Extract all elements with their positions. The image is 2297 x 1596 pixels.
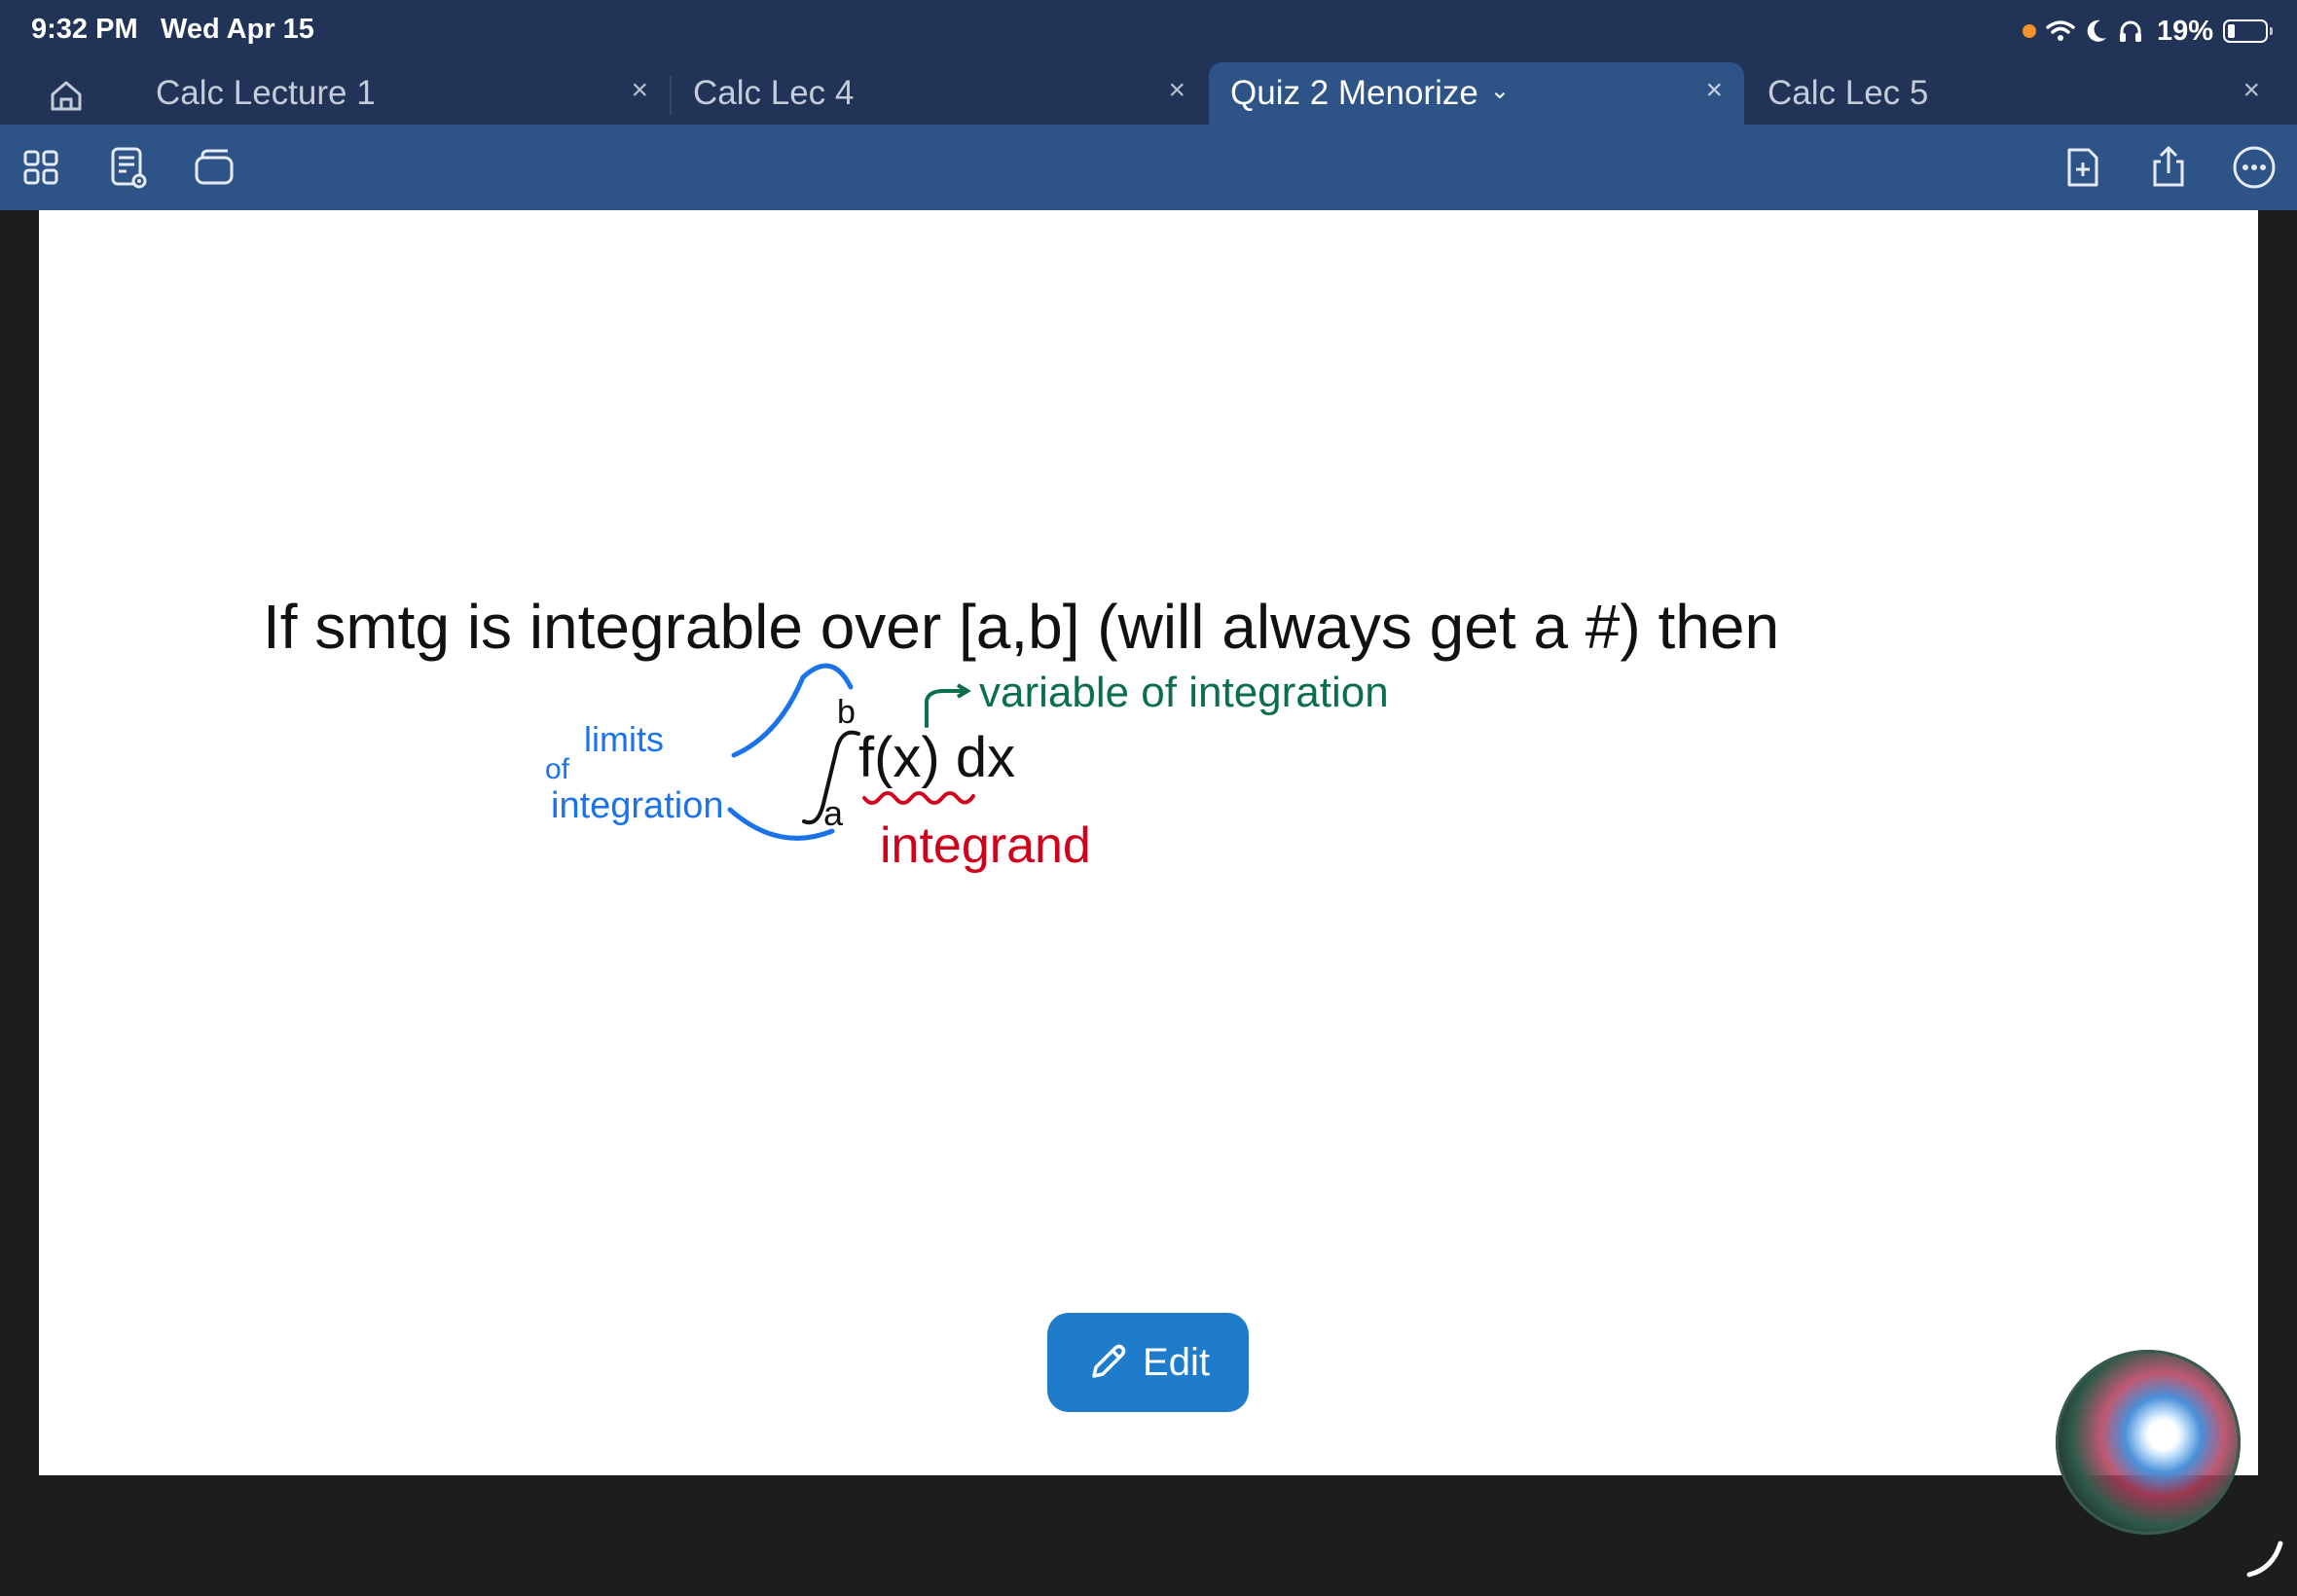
annotation-of: of (545, 753, 570, 785)
tab-bar: Calc Lecture 1 × Calc Lec 4 × Quiz 2 Men… (0, 62, 2297, 125)
document-preview-icon[interactable] (105, 144, 152, 191)
tab-calc-lec-5[interactable]: Calc Lec 5 × (1746, 62, 2281, 125)
upper-limit: b (837, 694, 856, 731)
toolbar (0, 125, 2297, 210)
share-icon[interactable] (2145, 144, 2192, 191)
battery-icon (2223, 19, 2273, 43)
headphones-icon (2119, 20, 2141, 42)
home-indicator-icon (2246, 1541, 2283, 1578)
window-icon[interactable] (191, 144, 237, 191)
handwritten-notes: If smtg is integrable over [a,b] (will a… (263, 592, 1779, 874)
tab-label: Calc Lecture 1 (156, 74, 376, 112)
annotation-integrand: integrand (880, 817, 1091, 874)
annotation-variable: variable of integration (979, 669, 1389, 716)
status-date: Wed Apr 15 (161, 14, 314, 45)
status-bar: 9:32 PM Wed Apr 15 19% (0, 0, 2297, 62)
grid-view-icon[interactable] (19, 144, 66, 191)
tab-label: Calc Lec 4 (693, 74, 855, 112)
status-time: 9:32 PM (31, 14, 138, 45)
close-tab-icon[interactable]: × (1705, 74, 1723, 107)
add-page-icon[interactable] (2060, 144, 2106, 191)
integrand-squiggle (862, 791, 975, 805)
edit-button[interactable]: Edit (1047, 1313, 1249, 1412)
siri-orb-icon[interactable] (2056, 1350, 2241, 1535)
close-tab-icon[interactable]: × (2242, 74, 2260, 107)
integral-expression: f(x) dx (858, 726, 1015, 789)
lower-limit: a (823, 793, 844, 833)
tab-label: Calc Lec 5 (1768, 74, 1929, 112)
tab-calc-lec-4[interactable]: Calc Lec 4 × (672, 62, 1207, 125)
recording-dot-icon (2022, 24, 2036, 38)
more-icon[interactable] (2231, 144, 2278, 191)
pencil-icon (1092, 1344, 1126, 1378)
battery-percent: 19% (2156, 15, 2213, 47)
status-indicators: 19% (2022, 12, 2273, 51)
chevron-down-icon[interactable]: ⌄ (1490, 77, 1510, 105)
annotation-integration: integration (551, 785, 723, 826)
tab-quiz-2-menorize[interactable]: Quiz 2 Menorize ⌄ × (1209, 62, 1744, 125)
tab-calc-lecture-1[interactable]: Calc Lecture 1 × (134, 62, 670, 125)
annotation-limits: limits (584, 719, 664, 759)
limits-brace (731, 663, 854, 758)
close-tab-icon[interactable]: × (1168, 74, 1185, 107)
edit-button-label: Edit (1143, 1340, 1210, 1384)
home-icon[interactable] (47, 76, 86, 115)
tab-label: Quiz 2 Menorize ⌄ (1230, 74, 1510, 112)
note-line-1: If smtg is integrable over [a,b] (will a… (263, 592, 1779, 662)
moon-icon (2087, 19, 2106, 42)
note-page[interactable]: If smtg is integrable over [a,b] (will a… (39, 210, 2258, 1475)
close-tab-icon[interactable]: × (631, 74, 648, 107)
wifi-icon (2046, 20, 2075, 41)
